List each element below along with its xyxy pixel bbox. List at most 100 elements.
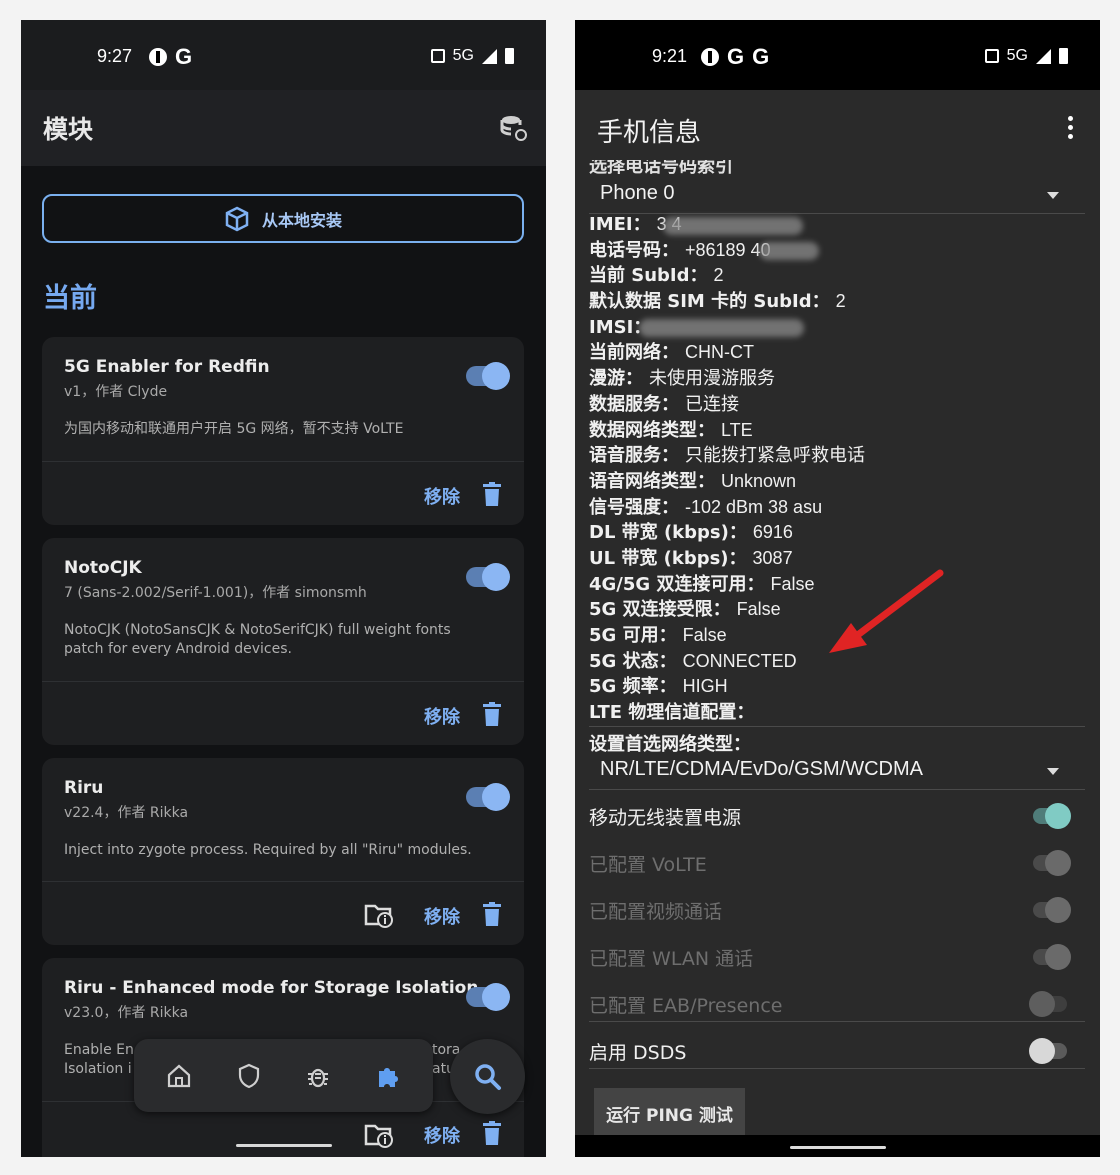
redacted-imsi [639,319,804,337]
phone-index-value: Phone 0 [600,182,675,204]
module-description: 为国内移动和联通用户开启 5G 网络，暂不支持 VoLTE [64,421,404,437]
module-name: NotoCJK [64,558,142,578]
google-icon: G [752,44,770,69]
puzzle-icon[interactable] [375,1063,401,1089]
battery-icon [1059,48,1068,64]
module-meta: v1，作者 Clyde [64,384,168,400]
database-refresh-icon[interactable] [500,114,528,142]
preferred-network-label: 设置首选网络类型： [589,734,751,755]
module-meta: v23.0，作者 Rikka [64,1005,189,1021]
info-row-lte-phys-config: LTE 物理信道配置： [589,702,755,724]
info-row-voice-type: 语音网络类型： Unknown [589,470,797,492]
google-icon: G [175,44,193,69]
phone-index-select[interactable]: Phone 0 [589,180,1085,214]
bottom-navigation [134,1039,433,1112]
phone-info-screen: 9:21 G G 5G 手机信息 选择电话号码索引 Phone 0 IMEI： 3… [575,20,1100,1157]
trash-icon[interactable] [482,482,502,506]
preferred-network-select[interactable]: NR/LTE/CDMA/EvDo/GSM/WCDMA [589,756,1085,790]
status-bar: 9:27 G 5G [21,20,546,90]
bug-icon[interactable] [305,1063,331,1089]
switch-volte: 已配置 VoLTE [589,840,1085,886]
status-time: 9:27 [97,46,133,66]
preferred-network-value: NR/LTE/CDMA/EvDo/GSM/WCDMA [600,758,923,780]
info-row-roaming: 漫游： 未使用漫游服务 [589,368,775,390]
magisk-modules-screen: 9:27 G 5G 模块 从本地安装 当前 5G Enabler for Red… [21,20,546,1157]
run-ping-test-button[interactable]: 运行 PING 测试 [594,1088,745,1138]
search-button[interactable] [450,1039,525,1114]
status-left-icons: G [149,44,192,70]
info-row-subid: 当前 SubId： 2 [589,265,724,287]
toggle [1033,897,1071,923]
redacted-phone [759,242,819,260]
trash-icon[interactable] [482,702,502,726]
signal-icon [482,48,497,64]
status-right-icons: 5G [984,47,1068,65]
divider [589,726,1085,727]
module-toggle[interactable] [466,563,510,591]
switch-wlan-calling: 已配置 WLAN 通话 [589,934,1085,980]
module-toggle[interactable] [466,983,510,1011]
trash-icon[interactable] [482,902,502,926]
vibrate-icon [984,49,999,63]
toggle [1033,850,1071,876]
info-row-phone: 电话号码： +86189 40 [589,239,771,261]
divider [589,1068,1085,1069]
home-icon[interactable] [166,1063,192,1089]
remove-button[interactable]: 移除 [424,1122,460,1148]
module-description: Inject into zygote process. Required by … [64,842,472,858]
module-card: Riru v22.4，作者 Rikka Inject into zygote p… [42,758,524,945]
package-icon [225,206,249,231]
module-name: Riru [64,778,104,798]
divider [589,1021,1085,1022]
remove-button[interactable]: 移除 [424,483,460,509]
toggle[interactable] [1029,1038,1067,1064]
shield-icon[interactable] [236,1063,262,1089]
info-row-network: 当前网络： CHN-CT [589,342,754,364]
module-description: NotoCJK (NotoSansCJK & NotoSerifCJK) ful… [64,622,451,657]
divider [42,461,524,462]
install-from-storage-button[interactable]: 从本地安装 [42,194,524,243]
status-right-icons: 5G [430,47,514,65]
gesture-bar [789,1146,886,1149]
divider [42,881,524,882]
app-notification-icon [701,48,719,66]
module-card: NotoCJK 7 (Sans-2.002/Serif-1.001)，作者 si… [42,538,524,745]
module-name: 5G Enabler for Redfin [64,357,270,377]
page-title: 模块 [43,115,94,144]
info-row-signal: 信号强度： -102 dBm 38 asu [589,496,823,518]
toggle [1029,991,1067,1017]
status-time: 9:21 [652,46,688,66]
switch-radio-power[interactable]: 移动无线装置电源 [589,793,1085,839]
trash-icon[interactable] [482,1121,502,1145]
phone-index-label: 选择电话号码索引 [589,160,733,176]
module-card: 5G Enabler for Redfin v1，作者 Clyde 为国内移动和… [42,337,524,525]
section-current: 当前 [43,283,97,314]
google-icon: G [727,44,745,69]
status-bar: 9:21 G G 5G [575,20,1100,90]
gesture-bar [235,1144,332,1147]
info-row-dl: DL 带宽 (kbps)： 6916 [589,522,793,544]
info-row-voice-service: 语音服务： 只能拨打紧急呼救电话 [589,445,865,467]
vibrate-icon [430,49,445,63]
more-options-icon[interactable] [1068,116,1074,140]
toggle [1033,944,1071,970]
status-left-icons: G G [701,44,769,70]
remove-button[interactable]: 移除 [424,703,460,729]
folder-info-icon[interactable] [364,902,394,928]
info-row-data-type: 数据网络类型： LTE [589,419,753,441]
dropdown-arrow-icon [1047,192,1059,199]
module-meta: v22.4，作者 Rikka [64,805,189,821]
remove-button[interactable]: 移除 [424,903,460,929]
toggle[interactable] [1033,803,1071,829]
battery-icon [505,48,514,64]
divider [42,681,524,682]
search-icon [474,1063,501,1090]
switch-video-calling: 已配置视频通话 [589,887,1085,933]
page-title: 手机信息 [597,118,702,148]
app-notification-icon [149,48,167,66]
folder-info-icon[interactable] [364,1122,394,1148]
module-toggle[interactable] [466,362,510,390]
module-toggle[interactable] [466,783,510,811]
annotation-arrow-icon [829,569,944,653]
network-type: 5G [452,47,474,64]
